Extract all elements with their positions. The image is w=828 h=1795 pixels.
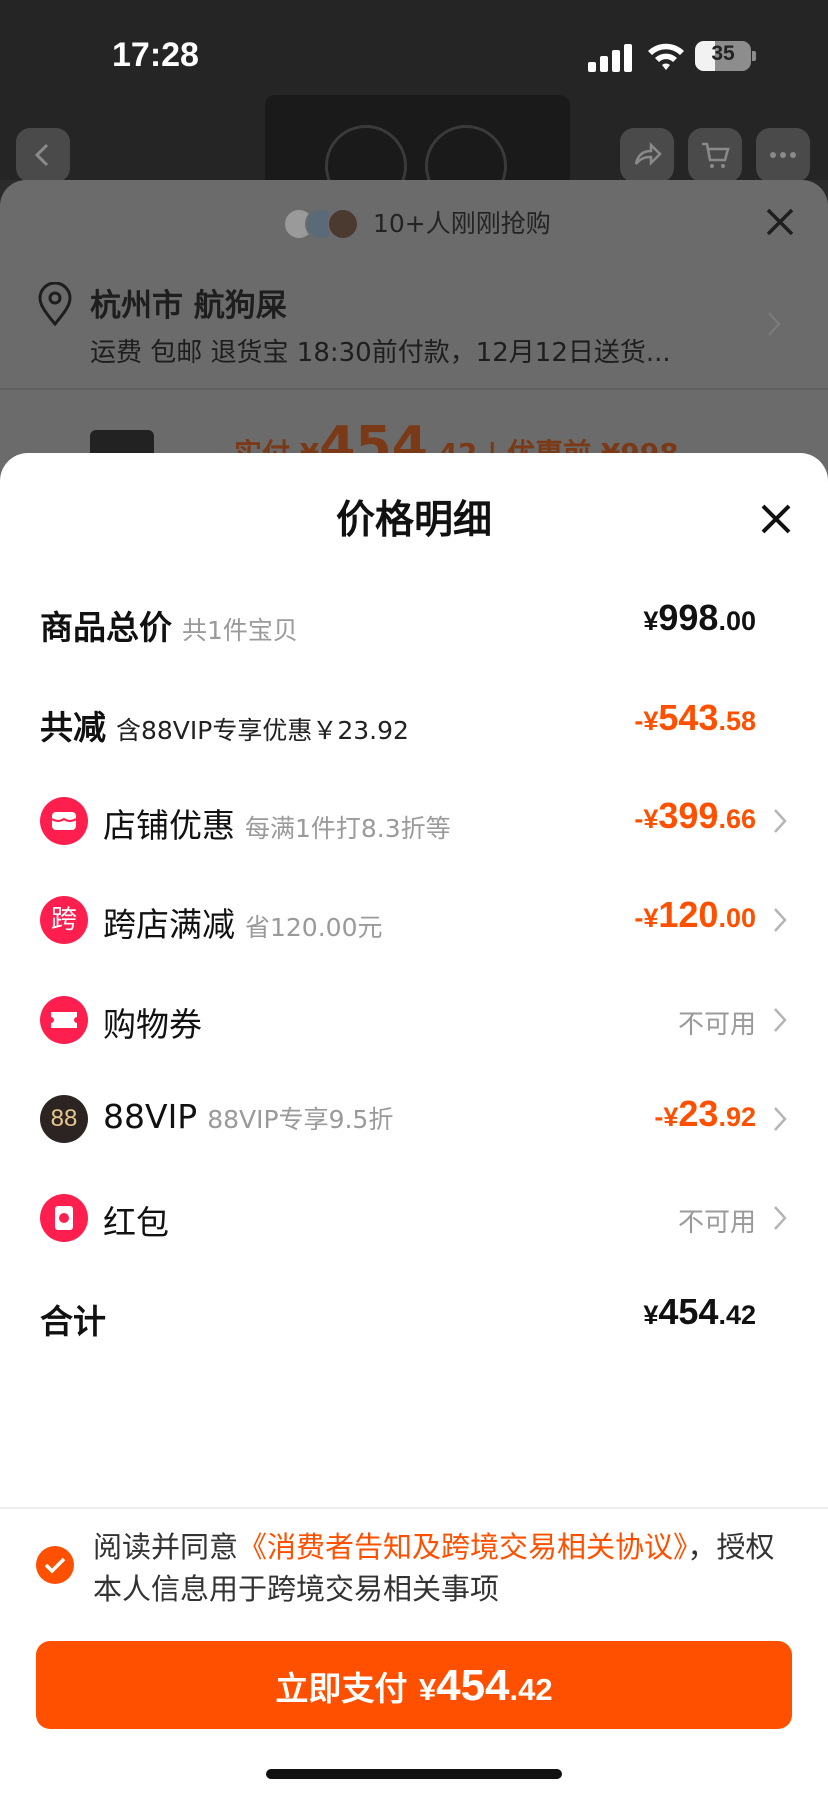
row-amount: -¥120.00 (634, 894, 756, 935)
row-sub: 88VIP专享9.5折 (207, 1105, 394, 1134)
battery-tip (752, 51, 756, 61)
pay-now-button[interactable]: 立即支付 ¥454.42 (36, 1641, 792, 1729)
more-icon (770, 152, 796, 158)
chevron-right-icon (774, 1206, 787, 1230)
row-amount: ¥454.42 (643, 1291, 756, 1332)
home-indicator (266, 1769, 562, 1779)
row-label: 红包 (103, 1203, 169, 1242)
row-sub: 共1件宝贝 (182, 616, 298, 645)
checkout-sheet-background: 10+人刚刚抢购 杭州市 航狗屎 运费 包邮 退货宝 18:30前付款，12月1… (0, 180, 828, 480)
cart-icon (702, 142, 730, 168)
row-store-discount[interactable]: 店铺优惠 每满1件打8.3折等 -¥399.66 (0, 791, 828, 851)
row-label: 购物券 (103, 1005, 202, 1044)
sheet-title: 价格明细 (335, 498, 492, 543)
close-icon[interactable] (762, 204, 798, 240)
chevron-right-icon (774, 1107, 787, 1131)
row-grand-total: 合计 ¥454.42 (0, 1287, 828, 1347)
agreement-text: 阅读并同意《消费者告知及跨境交易相关协议》，授权本人信息用于跨境交易相关事项 (93, 1530, 775, 1606)
row-sub: 每满1件打8.3折等 (245, 814, 451, 843)
row-label: 店铺优惠 (103, 806, 235, 845)
row-88vip[interactable]: 88 88VIP 88VIP专享9.5折 -¥23.92 (0, 1089, 828, 1149)
status-time: 17:28 (112, 36, 199, 74)
row-label: 88VIP (103, 1097, 198, 1136)
pay-button-label: 立即支付 (275, 1669, 408, 1708)
recent-buyers-text: 10+人刚刚抢购 (373, 209, 551, 238)
chevron-right-icon (774, 809, 787, 833)
row-label: 跨店满减 (103, 905, 235, 944)
shipping-info: 运费 包邮 退货宝 18:30前付款，12月12日送货... (90, 338, 671, 368)
agreement-checkbox[interactable] (36, 1546, 74, 1584)
chevron-right-icon (774, 1008, 787, 1032)
row-amount: -¥543.58 (634, 697, 756, 738)
row-shopping-coupon[interactable]: 购物券 不可用 (0, 990, 828, 1050)
row-amount: -¥23.92 (654, 1093, 756, 1134)
chevron-right-icon (774, 908, 787, 932)
share-button[interactable] (620, 128, 674, 182)
more-button[interactable] (756, 128, 810, 182)
chevron-left-icon (34, 143, 49, 167)
share-icon (634, 141, 662, 167)
row-amount: -¥399.66 (634, 795, 756, 836)
row-total-discount: 共减 含88VIP专享优惠￥23.92 -¥543.58 (0, 693, 828, 753)
row-cross-store-discount[interactable]: 跨 跨店满减 省120.00元 -¥120.00 (0, 890, 828, 950)
buyer-avatars (283, 208, 363, 242)
chevron-right-icon (768, 312, 781, 336)
location-pin-icon (38, 282, 72, 326)
close-icon[interactable] (759, 502, 793, 536)
row-label: 合计 (40, 1302, 106, 1341)
row-amount: ¥998.00 (643, 597, 756, 638)
cart-button[interactable] (688, 128, 742, 182)
cross-store-icon: 跨 (40, 896, 88, 944)
top-header: 17:28 35 (0, 0, 828, 207)
row-label: 共减 (40, 708, 106, 747)
price-detail-sheet: 价格明细 商品总价 共1件宝贝 ¥998.00 共减 含88VIP专享优惠￥23.9… (0, 453, 828, 1795)
coupon-icon (40, 996, 88, 1044)
check-icon (44, 1557, 66, 1574)
row-sub: 省120.00元 (245, 913, 383, 942)
back-button[interactable] (16, 128, 70, 182)
battery-icon: 35 (695, 41, 751, 71)
row-label: 商品总价 (40, 608, 172, 647)
row-status: 不可用 (677, 1208, 756, 1238)
agreement-link[interactable]: 《消费者告知及跨境交易相关协议》 (238, 1530, 688, 1564)
divider (0, 1507, 828, 1509)
row-sub: 含88VIP专享优惠￥23.92 (116, 716, 409, 745)
delivery-address[interactable]: 杭州市 航狗屎 (90, 280, 287, 325)
row-status: 不可用 (677, 1010, 756, 1040)
red-packet-icon (40, 1194, 88, 1242)
vip-88-icon: 88 (40, 1095, 88, 1143)
cellular-signal-icon (588, 44, 632, 72)
row-red-packet[interactable]: 红包 不可用 (0, 1188, 828, 1248)
wifi-icon (648, 43, 684, 70)
battery-level: 35 (711, 42, 735, 65)
divider (0, 388, 828, 390)
row-item-total: 商品总价 共1件宝贝 ¥998.00 (0, 593, 828, 653)
store-icon (40, 797, 88, 845)
